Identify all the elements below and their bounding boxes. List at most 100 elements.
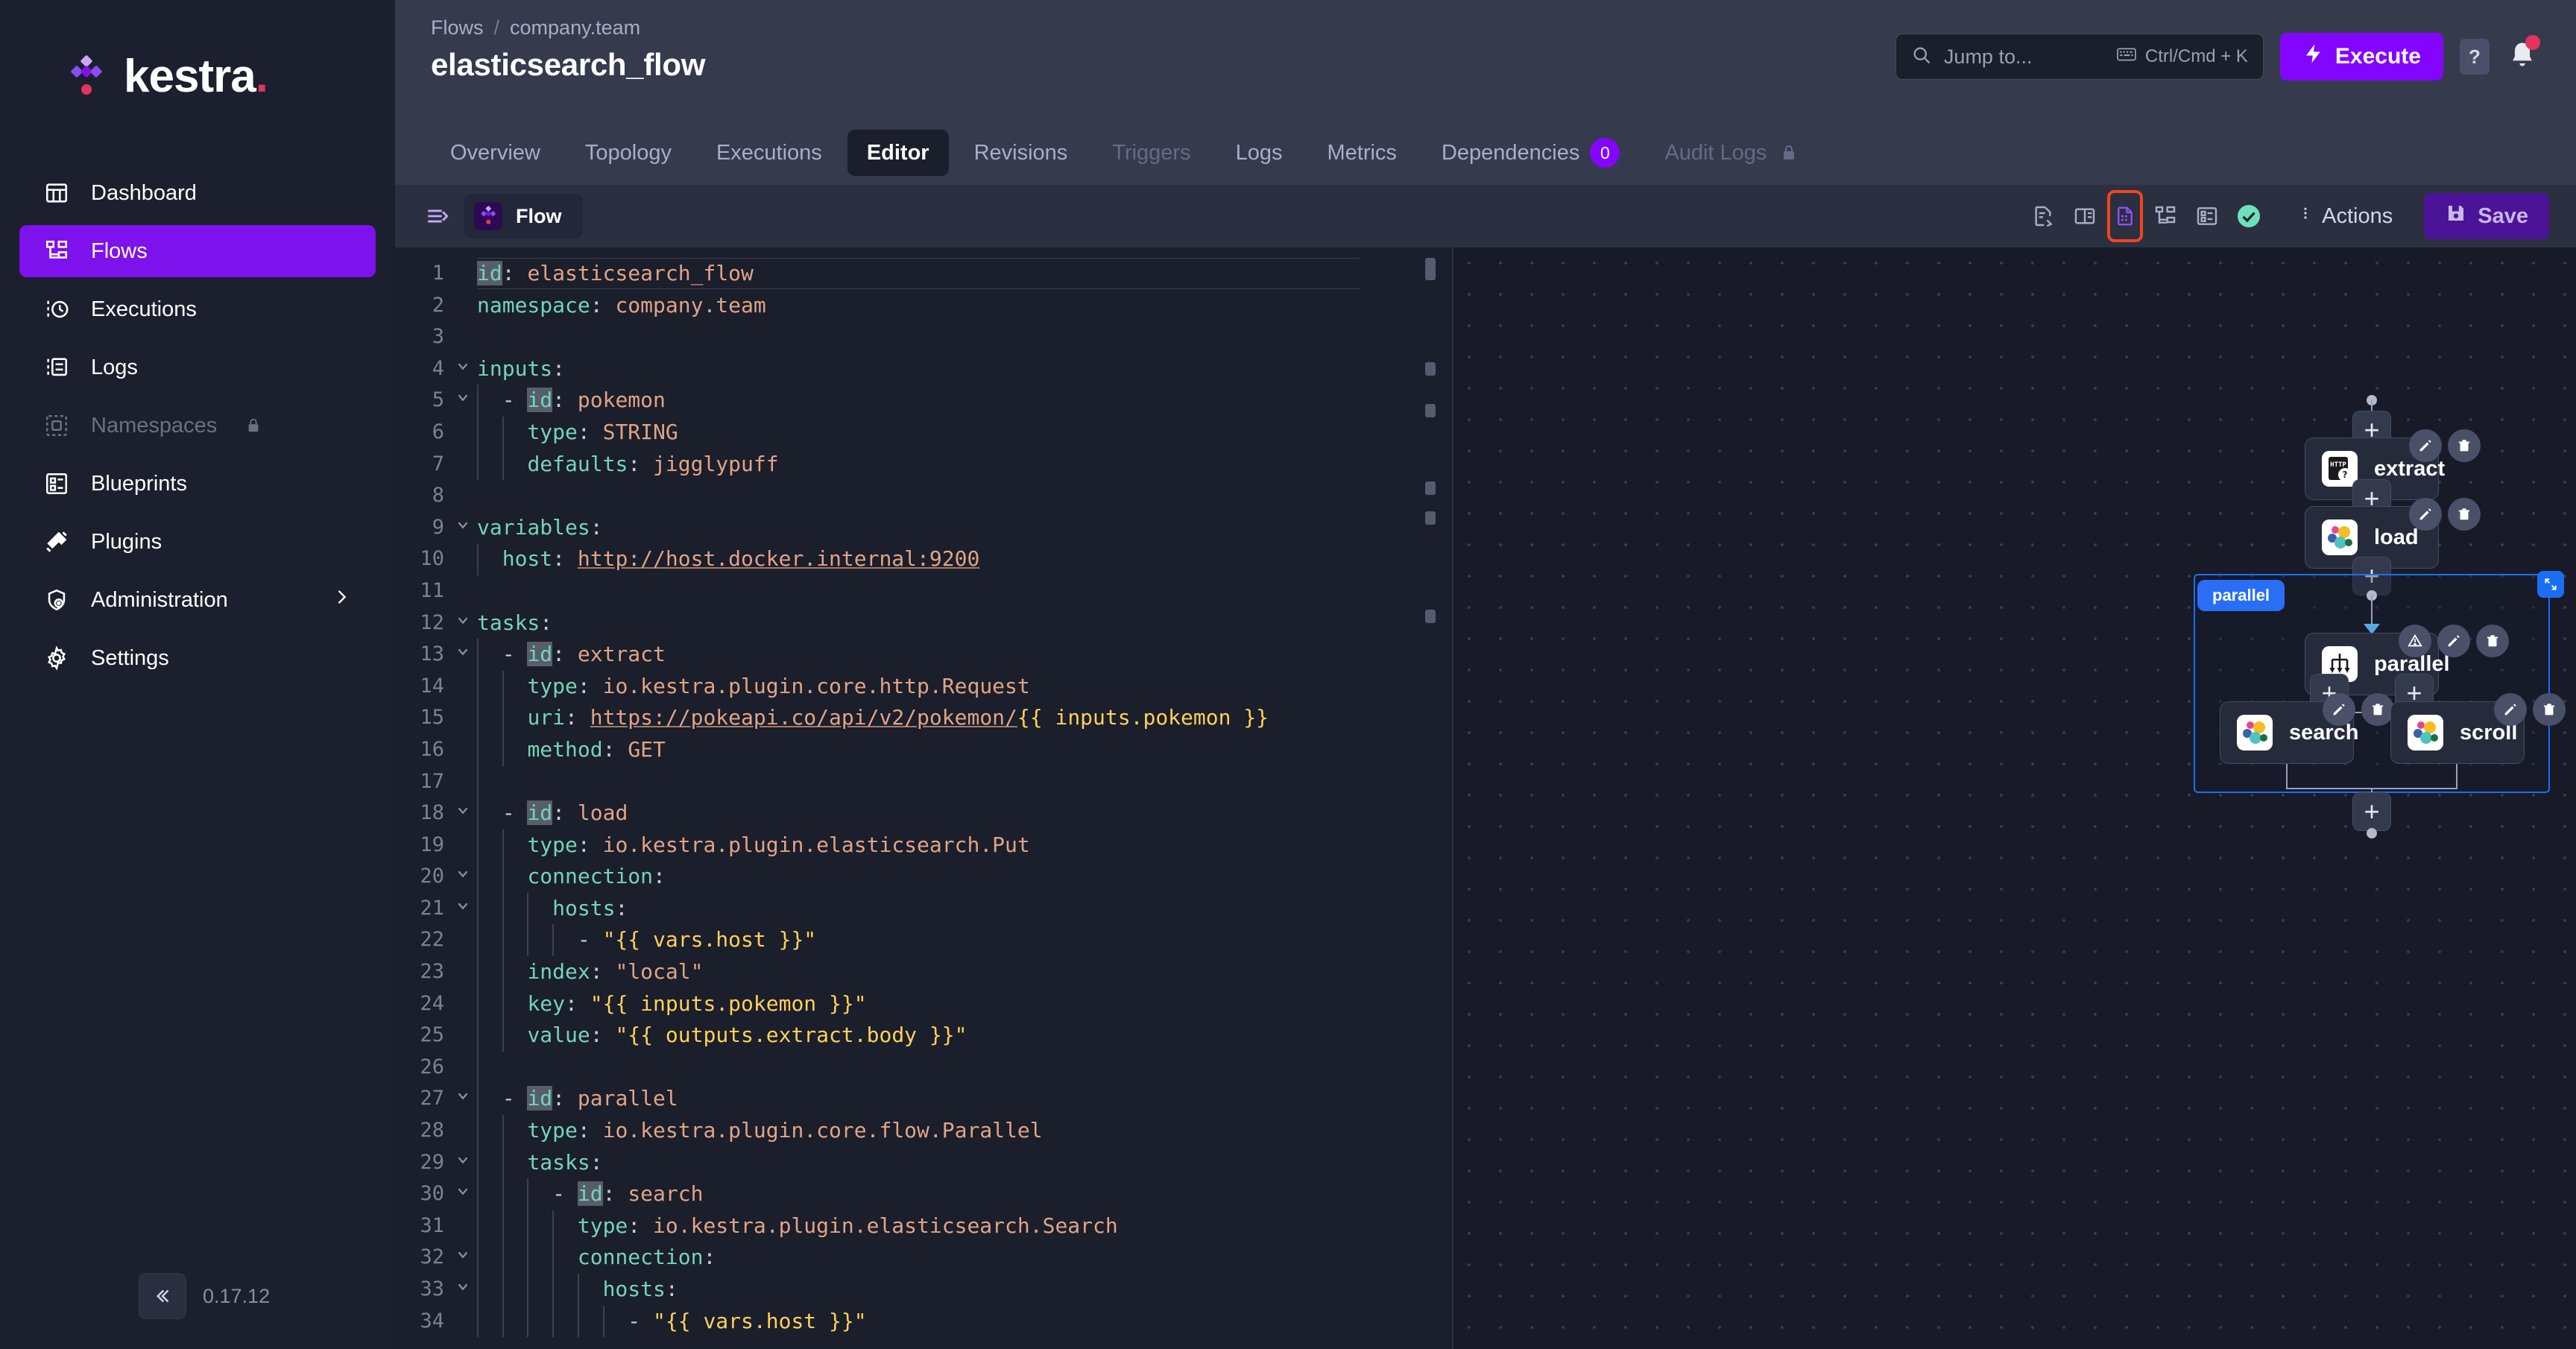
delete-task-button[interactable] [2533, 693, 2566, 726]
code-line[interactable]: 20 connection: [395, 861, 1453, 893]
edit-task-button[interactable] [2323, 693, 2355, 726]
sidebar-item-logs[interactable]: Logs [19, 341, 376, 394]
code-line[interactable]: 19 type: io.kestra.plugin.elasticsearch.… [395, 829, 1453, 862]
notifications-button[interactable] [2506, 35, 2540, 75]
topology-view[interactable]: + HTTP? extract + load + parallel parall… [1453, 247, 2576, 1349]
fold-chevron-icon[interactable] [449, 385, 477, 417]
tab-logs[interactable]: Logs [1216, 130, 1302, 176]
tab-executions[interactable]: Executions [697, 130, 842, 176]
code-line[interactable]: 13 - id: extract [395, 639, 1453, 671]
collapse-sidebar-button[interactable] [139, 1273, 186, 1319]
code-line[interactable]: 34 - "{{ vars.host }}" [395, 1305, 1453, 1338]
code-line[interactable]: 29 tasks: [395, 1146, 1453, 1179]
help-button[interactable]: ? [2460, 39, 2490, 75]
editor-scrollbar[interactable] [1425, 258, 1445, 1349]
brand-logo[interactable]: kestra. [0, 0, 395, 100]
sidebar-item-administration[interactable]: Administration [19, 574, 376, 626]
fold-chevron-icon[interactable] [449, 512, 477, 544]
delete-task-button[interactable] [2361, 693, 2394, 726]
topology-tree-icon[interactable] [2149, 196, 2182, 236]
breadcrumb-flows[interactable]: Flows [431, 16, 484, 40]
fold-chevron-icon[interactable] [449, 893, 477, 925]
tab-audit-logs[interactable]: Audit Logs [1645, 130, 1817, 176]
code-line[interactable]: 33 hosts: [395, 1274, 1453, 1306]
edit-task-button[interactable] [2409, 498, 2442, 531]
tab-overview[interactable]: Overview [431, 130, 560, 176]
file-edit-icon[interactable] [2027, 196, 2059, 236]
source-and-topology-icon[interactable] [2107, 190, 2144, 242]
sidebar-item-namespaces[interactable]: Namespaces [19, 399, 376, 452]
code-line[interactable]: 24 key: "{{ inputs.pokemon }}" [395, 988, 1453, 1020]
form-view-icon[interactable] [2191, 196, 2223, 236]
sidebar-item-executions[interactable]: Executions [19, 283, 376, 335]
code-line[interactable]: 25 value: "{{ outputs.extract.body }}" [395, 1020, 1453, 1052]
save-button[interactable]: Save [2424, 193, 2549, 239]
code-line[interactable]: 18 - id: load [395, 797, 1453, 830]
tab-metrics[interactable]: Metrics [1307, 130, 1415, 176]
sidebar-item-dashboard[interactable]: Dashboard [19, 167, 376, 219]
code-line[interactable]: 10 host: http://host.docker.internal:920… [395, 543, 1453, 575]
fold-chevron-icon[interactable] [449, 1147, 477, 1179]
sidebar-item-settings[interactable]: Settings [19, 632, 376, 684]
fold-chevron-icon[interactable] [449, 639, 477, 671]
code-line[interactable]: 17 [395, 765, 1453, 798]
code-line[interactable]: 16 method: GET [395, 733, 1453, 766]
code-line[interactable]: 6 type: STRING [395, 416, 1453, 449]
delete-task-button[interactable] [2476, 625, 2509, 657]
file-tab-flow[interactable]: Flow [464, 194, 583, 238]
add-task-button-bottom[interactable]: + [2352, 792, 2391, 831]
code-line[interactable]: 23 index: "local" [395, 956, 1453, 988]
toggle-file-explorer-icon[interactable] [425, 203, 450, 229]
tab-editor[interactable]: Editor [847, 130, 949, 176]
code-line[interactable]: 30 - id: search [395, 1178, 1453, 1210]
edit-task-button[interactable] [2494, 693, 2527, 726]
sidebar-item-flows[interactable]: Flows [19, 225, 376, 277]
code-line[interactable]: 7 defaults: jigglypuff [395, 448, 1453, 481]
delete-task-button[interactable] [2448, 429, 2481, 462]
code-line[interactable]: 3 [395, 321, 1453, 353]
delete-task-button[interactable] [2448, 498, 2481, 531]
fold-chevron-icon[interactable] [449, 1274, 477, 1306]
code-line[interactable]: 2 namespace: company.team [395, 290, 1453, 322]
tab-triggers[interactable]: Triggers [1093, 130, 1210, 176]
code-line[interactable]: 4 inputs: [395, 353, 1453, 385]
code-line[interactable]: 5 - id: pokemon [395, 385, 1453, 417]
tab-topology[interactable]: Topology [566, 130, 691, 176]
edit-task-button[interactable] [2409, 429, 2442, 462]
fold-chevron-icon[interactable] [449, 353, 477, 385]
code-line[interactable]: 21 hosts: [395, 892, 1453, 925]
sidebar-item-plugins[interactable]: Plugins [19, 516, 376, 568]
sidebar-item-blueprints[interactable]: Blueprints [19, 458, 376, 510]
code-line[interactable]: 22 - "{{ vars.host }}" [395, 924, 1453, 957]
tab-revisions[interactable]: Revisions [955, 130, 1087, 176]
breadcrumb-namespace[interactable]: company.team [510, 16, 640, 40]
code-editor[interactable]: 1 id: elasticsearch_flow 2 namespace: compa… [395, 247, 1453, 1349]
code-line[interactable]: 11 [395, 575, 1453, 607]
code-line[interactable]: 28 type: io.kestra.plugin.core.flow.Para… [395, 1115, 1453, 1147]
code-line[interactable]: 8 [395, 480, 1453, 512]
code-line[interactable]: 12 tasks: [395, 607, 1453, 639]
validation-ok-icon[interactable] [2232, 196, 2265, 236]
actions-menu-button[interactable]: Actions [2298, 202, 2393, 230]
edit-task-button[interactable] [2437, 625, 2470, 657]
collapse-group-icon[interactable] [2537, 571, 2564, 598]
code-line[interactable]: 1 id: elasticsearch_flow [395, 258, 1453, 290]
search-input[interactable]: Jump to... Ctrl/Cmd + K [1895, 34, 2264, 80]
task-warning-icon[interactable] [2399, 625, 2431, 657]
code-line[interactable]: 15 uri: https://pokeapi.co/api/v2/pokemo… [395, 702, 1453, 734]
code-line[interactable]: 9 variables: [395, 512, 1453, 544]
fold-chevron-icon[interactable] [449, 1083, 477, 1115]
fold-chevron-icon[interactable] [449, 607, 477, 639]
tab-dependencies[interactable]: Dependencies 0 [1422, 130, 1639, 176]
execute-button[interactable]: Execute [2279, 33, 2443, 80]
fold-chevron-icon[interactable] [449, 797, 477, 830]
code-line[interactable]: 26 [395, 1051, 1453, 1084]
fold-chevron-icon[interactable] [449, 1178, 477, 1210]
split-view-icon[interactable] [2068, 196, 2101, 236]
code-line[interactable]: 27 - id: parallel [395, 1083, 1453, 1116]
code-line[interactable]: 31 type: io.kestra.plugin.elasticsearch.… [395, 1210, 1453, 1242]
code-line[interactable]: 14 type: io.kestra.plugin.core.http.Requ… [395, 670, 1453, 703]
fold-chevron-icon[interactable] [449, 1242, 477, 1274]
code-line[interactable]: 32 connection: [395, 1242, 1453, 1274]
fold-chevron-icon[interactable] [449, 861, 477, 893]
